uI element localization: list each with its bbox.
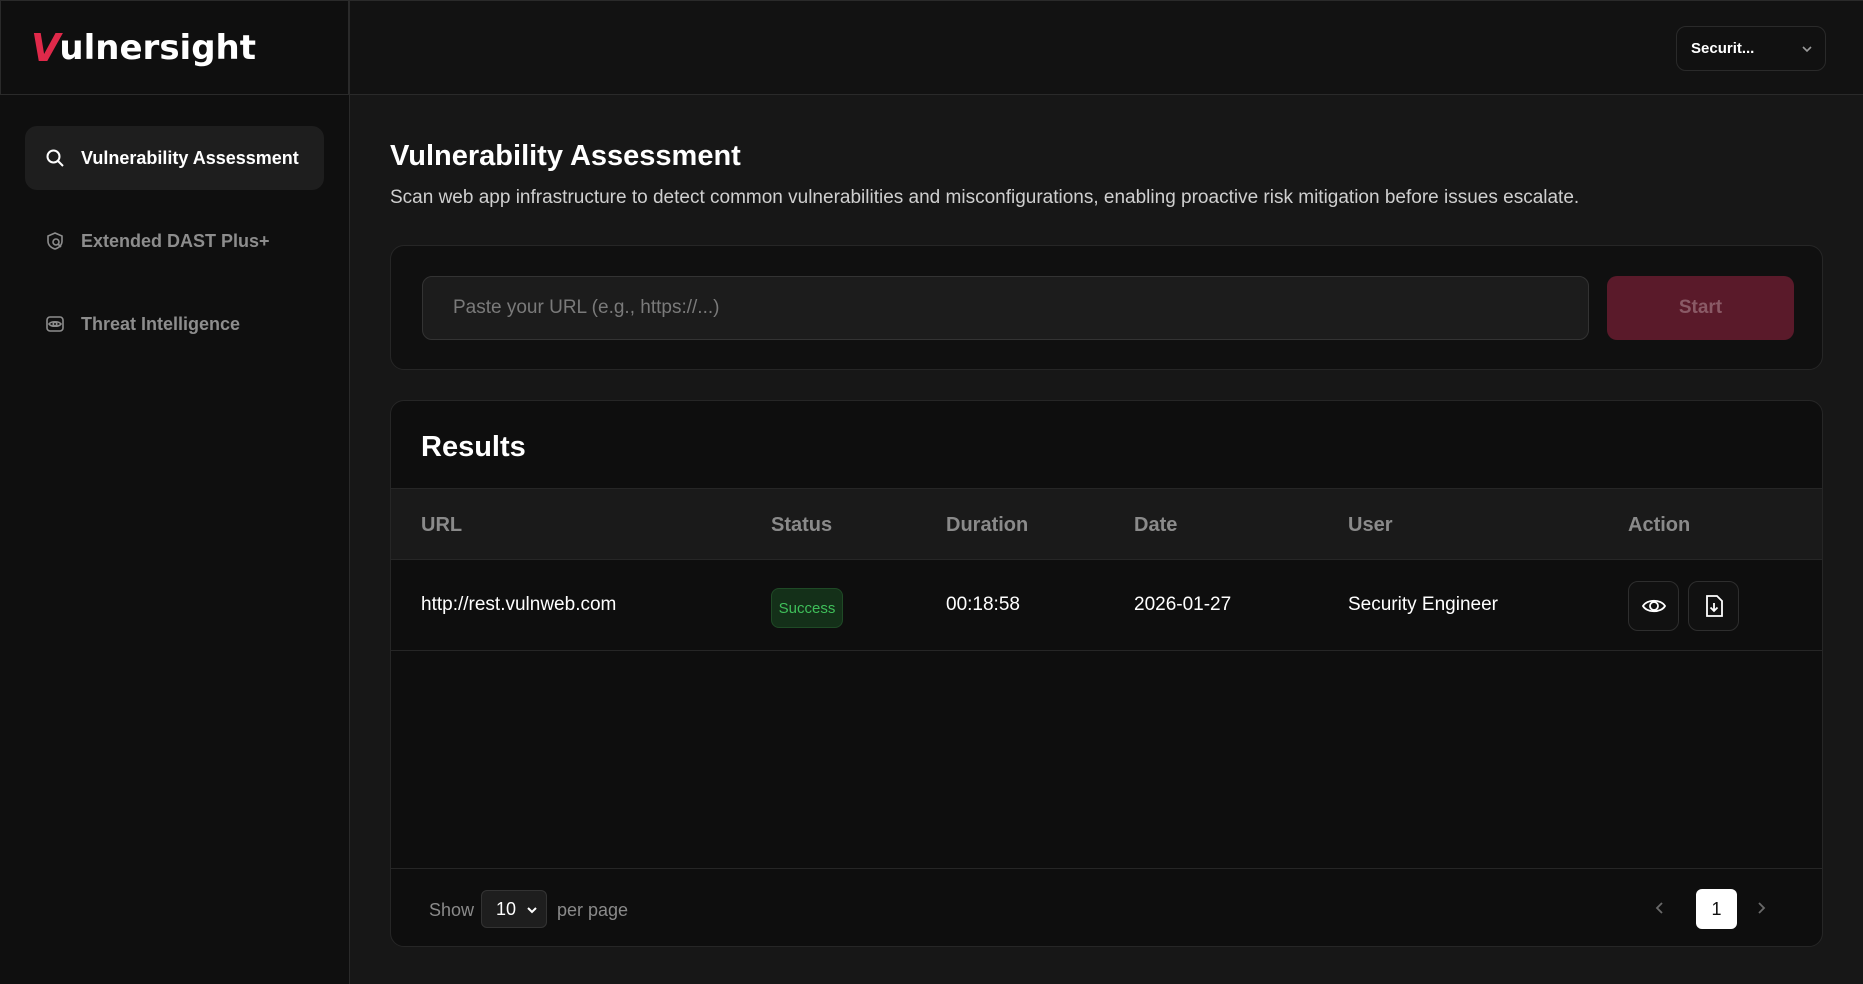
view-report-button[interactable]: [1628, 581, 1679, 631]
table-row: http://rest.vulnweb.com Success 00:18:58…: [391, 560, 1822, 651]
column-header-url: URL: [421, 514, 463, 536]
main-content: Vulnerability Assessment Scan web app in…: [350, 95, 1863, 984]
sidebar-item-threat-intelligence[interactable]: Threat Intelligence: [25, 292, 324, 356]
scan-card: Start: [390, 245, 1823, 370]
logo-letter: V: [31, 25, 60, 70]
column-header-user: User: [1348, 514, 1393, 536]
page-title: Vulnerability Assessment: [390, 140, 741, 172]
sidebar-nav: Vulnerability Assessment Extended DAST P…: [0, 95, 349, 406]
chevron-down-icon: [1802, 46, 1812, 53]
row-date: 2026-01-27: [1134, 594, 1232, 615]
user-select[interactable]: Securit...: [1676, 26, 1826, 71]
per-page-value: 10: [496, 898, 517, 919]
column-header-duration: Duration: [946, 514, 1029, 536]
start-button[interactable]: Start: [1607, 276, 1794, 340]
results-card: Results URL Status Duration Date User Ac…: [390, 400, 1823, 947]
pagination-bar: Show 10 per page 1: [391, 868, 1822, 946]
sidebar: Vulnersight Vulnerability Assessment Ext…: [0, 0, 350, 984]
sidebar-item-label: Extended DAST Plus+: [81, 230, 270, 251]
chevron-right-icon[interactable]: [1752, 899, 1770, 917]
sidebar-item-label: Threat Intelligence: [81, 313, 241, 334]
column-header-date: Date: [1134, 514, 1178, 536]
sidebar-item-extended-dast[interactable]: Extended DAST Plus+: [25, 209, 324, 273]
shield-search-icon: [47, 232, 63, 250]
row-duration: 00:18:58: [946, 594, 1020, 615]
chevron-down-icon: [527, 907, 537, 914]
search-icon: [46, 149, 64, 167]
status-badge: Success: [771, 588, 843, 628]
row-url[interactable]: http://rest.vulnweb.com: [421, 594, 616, 616]
row-user: Security Engineer: [1348, 594, 1498, 615]
per-page-select[interactable]: 10: [481, 890, 547, 928]
user-select-value: Securit...: [1691, 40, 1755, 57]
column-header-status: Status: [771, 514, 833, 536]
download-report-button[interactable]: [1688, 581, 1739, 631]
sidebar-item-label: Vulnerability Assessment: [81, 147, 299, 168]
page-button-current[interactable]: 1: [1696, 889, 1737, 929]
table-header: URL Status Duration Date User Action: [391, 488, 1822, 560]
logo-text: ulnersight: [59, 27, 257, 68]
logo[interactable]: Vulnersight: [0, 0, 349, 95]
column-header-action: Action: [1628, 514, 1691, 536]
show-label: Show: [429, 900, 475, 920]
chevron-left-icon[interactable]: [1651, 899, 1669, 917]
per-page-label: per page: [557, 900, 629, 920]
sidebar-item-vulnerability-assessment[interactable]: Vulnerability Assessment: [25, 126, 324, 190]
file-download-icon: [1705, 595, 1723, 617]
results-title: Results: [421, 431, 526, 463]
top-bar: Securit...: [350, 0, 1863, 95]
page-description: Scan web app infrastructure to detect co…: [390, 187, 1580, 208]
url-input[interactable]: [422, 276, 1589, 340]
eye-icon: [46, 316, 64, 332]
eye-icon: [1641, 599, 1666, 613]
